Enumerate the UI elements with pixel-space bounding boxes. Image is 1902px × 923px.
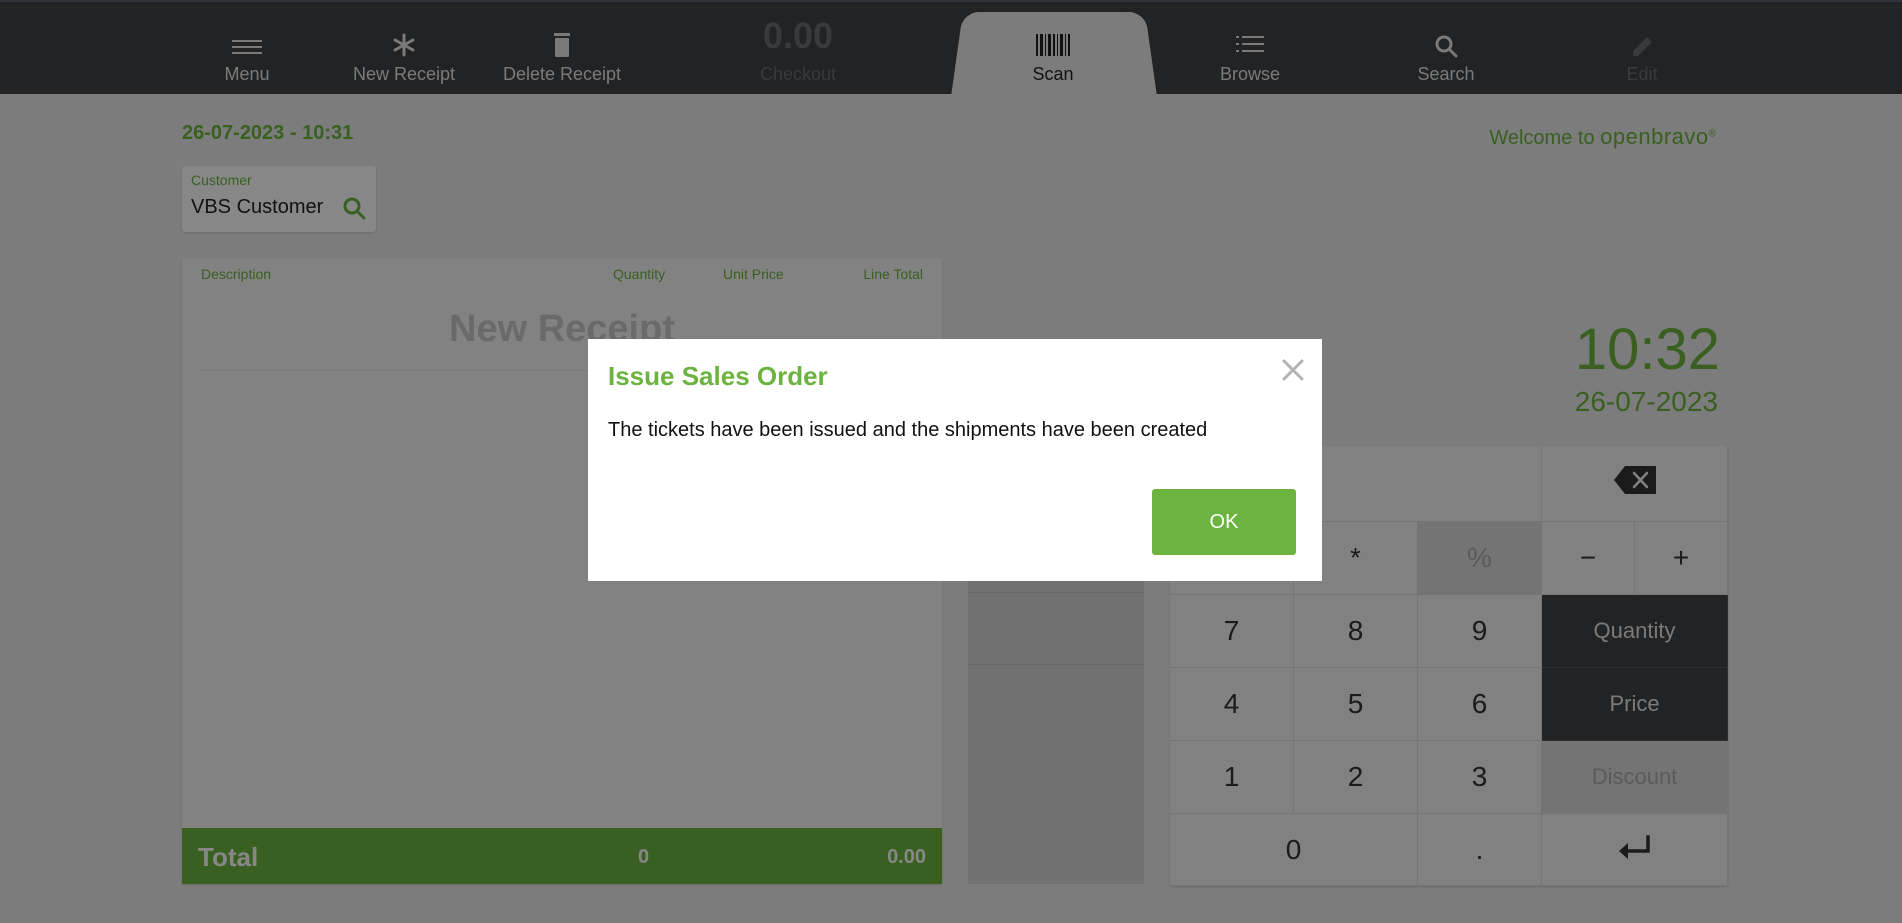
ok-button[interactable]: OK bbox=[1152, 489, 1296, 555]
issue-sales-order-dialog: Issue Sales Order The tickets have been … bbox=[588, 339, 1322, 581]
pos-app: Menu New Receipt Delete Receipt 0.00 Che… bbox=[0, 0, 1902, 923]
dialog-title: Issue Sales Order bbox=[608, 361, 828, 391]
close-icon[interactable] bbox=[1278, 355, 1308, 385]
dialog-message: The tickets have been issued and the shi… bbox=[608, 419, 1208, 441]
